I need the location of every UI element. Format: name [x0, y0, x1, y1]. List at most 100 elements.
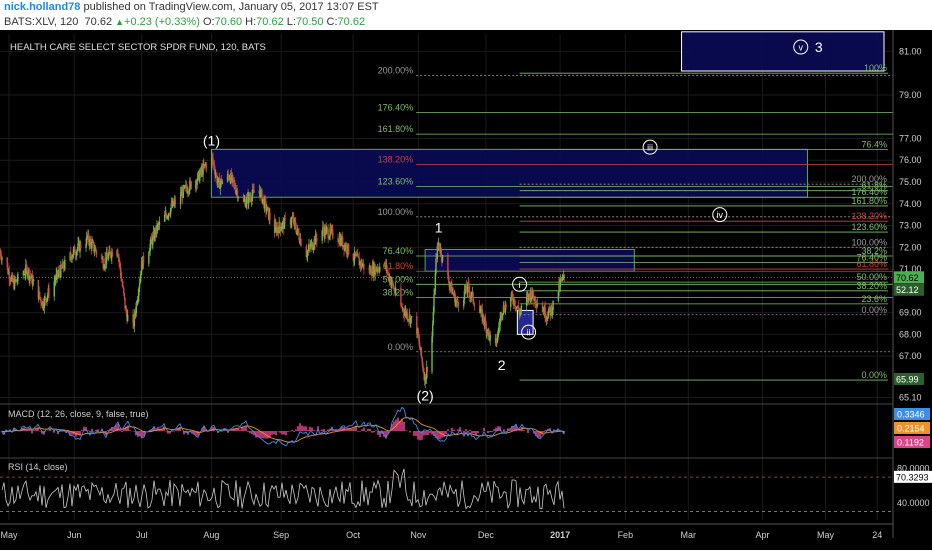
price-tick-label: 79.00 [899, 90, 922, 100]
open-value: 70.60 [214, 16, 243, 28]
time-tick-label: Sep [273, 530, 289, 540]
candle-body [148, 252, 150, 264]
candle-body [142, 255, 145, 264]
time-tick-label: Nov [410, 530, 427, 540]
candle-body [44, 296, 47, 300]
rsi-pane[interactable]: RSI (14, close) 80.000040.000070.3293 [0, 457, 932, 512]
candle-body [279, 222, 281, 228]
author-link[interactable]: nick.holland78 [4, 1, 80, 13]
up-arrow-icon: ▲ [115, 17, 125, 27]
candle-body [246, 197, 248, 204]
candle-body [410, 316, 413, 319]
time-tick-label: Apr [756, 530, 770, 540]
candle-body [363, 263, 365, 270]
time-tick-label: Oct [346, 530, 361, 540]
open-label: O: [202, 16, 215, 28]
time-tick-label: Mar [681, 530, 697, 540]
candle-body [237, 196, 239, 199]
chart-title: HEALTH CARE SELECT SECTOR SPDR FUND, 120… [10, 42, 266, 53]
price-tick-label: 74.00 [899, 199, 922, 209]
macd-pane[interactable]: MACD (12, 26, close, 9, false, true) 0.33… [0, 403, 930, 448]
candle-body [253, 189, 255, 193]
quote-line: BATS:XLV, 120 70.62 ▲+0.23 (+0.33%) O:70… [4, 16, 365, 28]
time-tick-label: Feb [618, 530, 634, 540]
high-value: 70.62 [256, 16, 284, 28]
time-tick-label: May [0, 530, 18, 540]
candle-body [91, 241, 93, 249]
candle-body [489, 334, 491, 341]
candle-body [33, 280, 35, 281]
wave-label: ii [527, 328, 531, 338]
wave-label: (1) [203, 133, 220, 149]
target-zone [210, 148, 809, 198]
price-tick-label: 69.00 [899, 308, 922, 318]
candle-body [291, 217, 293, 223]
price-badge-label: 52.12 [896, 285, 919, 295]
fib-extension-label: 100% [864, 63, 887, 73]
symbol-label: BATS:XLV, 120 [4, 16, 79, 28]
time-tick-label: Dec [478, 530, 495, 540]
rsi-value-label: 70.3293 [896, 472, 929, 482]
candle-body [473, 303, 476, 307]
candle-body [280, 228, 282, 231]
price-tick-label: 68.00 [899, 329, 922, 339]
candle-body [441, 254, 444, 262]
fib-level-label: 176.40% [378, 102, 414, 112]
candle-body [164, 214, 166, 222]
price-chart-svg[interactable]: 200.00%176.40%161.80%138.20%123.60%100.0… [0, 30, 932, 550]
candle-body [174, 199, 177, 205]
target-zone [681, 31, 885, 72]
fib-level-label: 138.20% [378, 155, 414, 165]
macd-value-label: 0.2154 [897, 424, 925, 434]
candle-body [379, 266, 381, 272]
candle-body [457, 302, 460, 307]
chart-header: nick.holland78 published on TradingView.… [0, 0, 932, 30]
fib-level-label: 0.00% [388, 342, 414, 352]
candle-body [269, 213, 271, 220]
wave-label: i [519, 280, 521, 290]
candle-body [505, 304, 507, 307]
price-tick-label: 65.10 [899, 392, 922, 402]
time-tick-label: Aug [203, 530, 219, 540]
candle-body [552, 300, 554, 310]
candle-body [111, 251, 114, 256]
candle-body [345, 245, 348, 253]
price-change: +0.23 (+0.33%) [124, 16, 200, 28]
time-tick-label: Jul [136, 530, 148, 540]
wave-label: iv [717, 210, 724, 220]
candle-body [80, 243, 82, 249]
fib-extension-label: 123.60% [851, 222, 887, 232]
price-badge-label: 70.62 [896, 273, 919, 283]
wave-label: 3 [815, 39, 823, 55]
candle-body [284, 218, 286, 220]
candle-body [158, 221, 161, 226]
close-label: C: [326, 16, 338, 28]
candle-body [205, 164, 208, 169]
fib-level-label: 123.60% [378, 176, 414, 186]
time-tick-label: 2017 [550, 530, 570, 540]
candle-body [48, 288, 50, 297]
fib-extension-label: 61.80% [856, 259, 887, 269]
price-tick-label: 72.00 [899, 242, 922, 252]
time-axis[interactable]: May Jun Jul Aug Sep Oct Nov Dec 2017 Feb Mar Apr May… [0, 523, 893, 540]
wave-label: 2 [498, 357, 506, 373]
publish-info: published on TradingView.com, January 05… [83, 1, 379, 13]
candle-body [140, 274, 142, 277]
fib-extension-label: 0.00% [861, 370, 887, 380]
candle-body [138, 283, 141, 288]
candle-body [64, 259, 66, 269]
macd-value-label: 0.1192 [897, 438, 924, 448]
price-badge-label: 65.99 [896, 374, 919, 384]
publish-line: nick.holland78 published on TradingView.… [4, 1, 379, 13]
time-tick-label: May [817, 530, 835, 540]
candle-body [123, 287, 125, 293]
chart-area[interactable]: 200.00% 176.40% 161.80% 138.20% 123.60% 100.0… [0, 30, 932, 550]
wave-label: iii [647, 143, 653, 153]
candle-body [433, 294, 435, 312]
time-tick-label: 24 [872, 530, 882, 540]
last-price: 70.62 [84, 16, 113, 28]
candle-body [431, 324, 434, 337]
price-tick-label: 76.00 [899, 155, 922, 165]
candle-body [32, 280, 34, 286]
rsi-title: RSI (14, close) [8, 462, 68, 472]
